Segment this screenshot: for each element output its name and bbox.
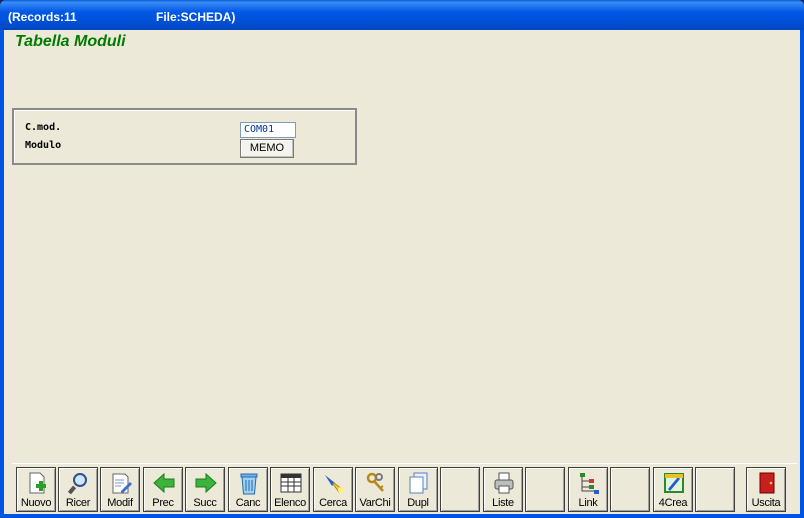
memo-button[interactable]: MEMO xyxy=(240,139,294,158)
empty-button-2[interactable] xyxy=(525,467,565,512)
modif-label: Modif xyxy=(107,497,133,509)
prec-label: Prec xyxy=(152,497,174,509)
nuovo-label: Nuovo xyxy=(20,497,52,509)
empty-button-4[interactable] xyxy=(695,467,735,512)
arrow-left-icon xyxy=(153,472,175,494)
liste-button[interactable]: Liste xyxy=(483,467,523,512)
keys-icon xyxy=(366,472,384,492)
cerca-button[interactable]: Cerca xyxy=(313,467,353,512)
page-title: Tabella Moduli xyxy=(15,33,126,50)
succ-button[interactable]: Succ xyxy=(185,467,225,512)
modif-button[interactable]: Modif xyxy=(100,467,140,512)
toolbar: Nuovo Ricer Modif Prec Succ Canc Elenco … xyxy=(12,463,797,514)
varchi-button[interactable]: VarChi xyxy=(355,467,395,512)
empty-button-3[interactable] xyxy=(610,467,650,512)
varchi-label: VarChi xyxy=(359,497,391,509)
dupl-label: Dupl xyxy=(407,497,429,509)
magnifier-icon xyxy=(67,473,87,495)
title-bar[interactable]: (Records:11 File:SCHEDA) xyxy=(0,0,804,30)
elenco-label: Elenco xyxy=(274,497,306,509)
ricer-label: Ricer xyxy=(65,497,91,509)
nuovo-button[interactable]: Nuovo xyxy=(16,467,56,512)
flashlight-icon xyxy=(325,475,344,493)
app-window: (Records:11 File:SCHEDA) Tabella Moduli … xyxy=(0,0,804,518)
printer-icon xyxy=(494,472,514,494)
canc-button[interactable]: Canc xyxy=(228,467,268,512)
modulo-label: Modulo xyxy=(25,140,62,151)
edit-document-icon xyxy=(112,473,132,494)
duplicate-icon xyxy=(409,472,428,494)
crea-button[interactable]: 4Crea xyxy=(653,467,693,512)
cmod-field[interactable]: COM01 xyxy=(240,122,296,138)
cmod-label: C.mod. xyxy=(25,122,62,133)
liste-label: Liste xyxy=(492,497,514,509)
uscita-label: Uscita xyxy=(751,497,781,509)
ricer-button[interactable]: Ricer xyxy=(58,467,98,512)
trash-icon xyxy=(240,473,258,495)
crea-label: 4Crea xyxy=(658,497,688,509)
elenco-button[interactable]: Elenco xyxy=(270,467,310,512)
tree-link-icon xyxy=(580,473,599,494)
link-label: Link xyxy=(578,497,598,509)
build-tool-icon xyxy=(664,473,684,493)
canc-label: Canc xyxy=(235,497,261,509)
record-group: C.mod. COM01 Modulo MEMO xyxy=(12,108,357,165)
prec-button[interactable]: Prec xyxy=(143,467,183,512)
empty-button-1[interactable] xyxy=(440,467,480,512)
dupl-button[interactable]: Dupl xyxy=(398,467,438,512)
file-name: File:SCHEDA) xyxy=(156,10,236,24)
form-area: Tabella Moduli C.mod. COM01 Modulo MEMO … xyxy=(4,30,800,514)
succ-label: Succ xyxy=(193,497,217,509)
table-list-icon xyxy=(280,473,302,493)
arrow-right-icon xyxy=(195,472,217,494)
exit-door-icon xyxy=(759,472,775,494)
link-button[interactable]: Link xyxy=(568,467,608,512)
new-document-icon xyxy=(29,472,46,494)
cerca-label: Cerca xyxy=(319,497,347,509)
records-count: (Records:11 xyxy=(8,10,77,24)
uscita-button[interactable]: Uscita xyxy=(746,467,786,512)
